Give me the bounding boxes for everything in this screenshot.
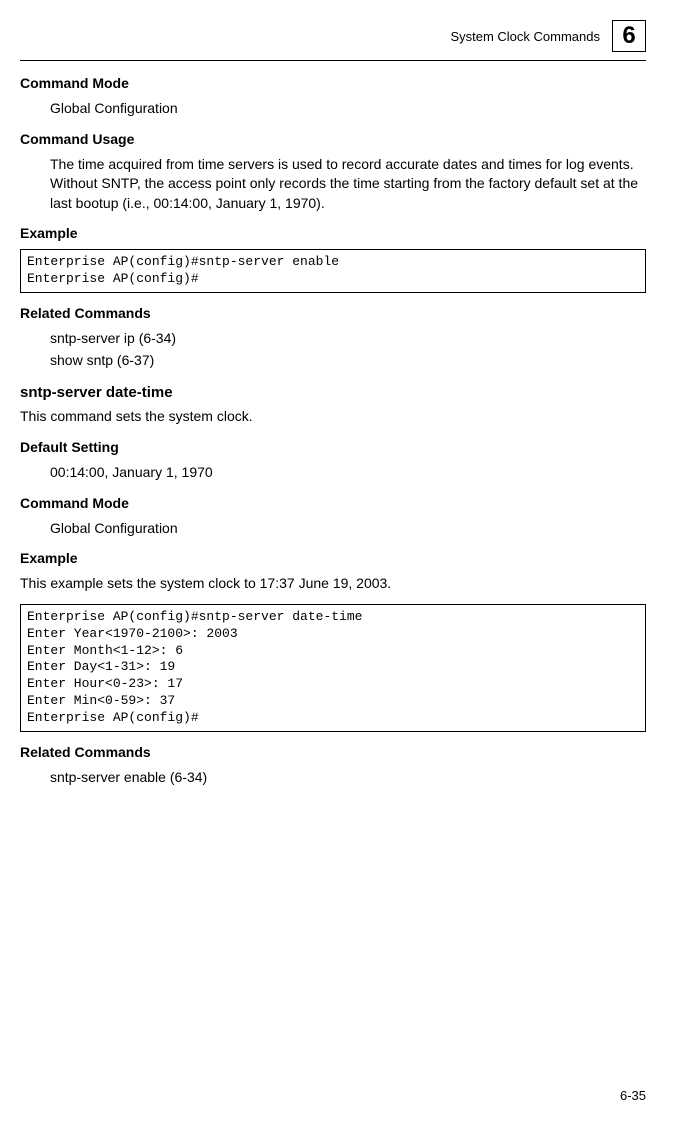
command-mode-heading: Command Mode <box>20 75 646 91</box>
default-setting-text: 00:14:00, January 1, 1970 <box>50 463 646 483</box>
command-description: This command sets the system clock. <box>20 407 646 427</box>
header-divider <box>20 60 646 61</box>
example-code-block-1: Enterprise AP(config)#sntp-server enable… <box>20 249 646 293</box>
default-setting-heading: Default Setting <box>20 439 646 455</box>
related-command-item: sntp-server ip (6-34) <box>50 329 646 349</box>
example-description: This example sets the system clock to 17… <box>20 574 646 594</box>
command-usage-text: The time acquired from time servers is u… <box>50 155 646 214</box>
related-commands-heading: Related Commands <box>20 305 646 321</box>
page-header: System Clock Commands 6 <box>20 20 646 52</box>
related-command-item: sntp-server enable (6-34) <box>50 768 646 788</box>
example-heading-2: Example <box>20 550 646 566</box>
related-command-item: show sntp (6-37) <box>50 351 646 371</box>
example-code-block-2: Enterprise AP(config)#sntp-server date-t… <box>20 604 646 732</box>
related-commands-list-2: sntp-server enable (6-34) <box>50 768 646 788</box>
page-number: 6-35 <box>620 1088 646 1103</box>
command-mode-text-2: Global Configuration <box>50 519 646 539</box>
related-commands-list: sntp-server ip (6-34) show sntp (6-37) <box>50 329 646 370</box>
related-commands-heading-2: Related Commands <box>20 744 646 760</box>
command-usage-heading: Command Usage <box>20 131 646 147</box>
command-mode-text: Global Configuration <box>50 99 646 119</box>
example-heading: Example <box>20 225 646 241</box>
command-mode-heading-2: Command Mode <box>20 495 646 511</box>
chapter-number-box: 6 <box>612 20 646 52</box>
header-title: System Clock Commands <box>450 29 600 44</box>
command-title: sntp-server date-time <box>20 384 646 401</box>
page-container: System Clock Commands 6 Command Mode Glo… <box>0 0 686 1123</box>
